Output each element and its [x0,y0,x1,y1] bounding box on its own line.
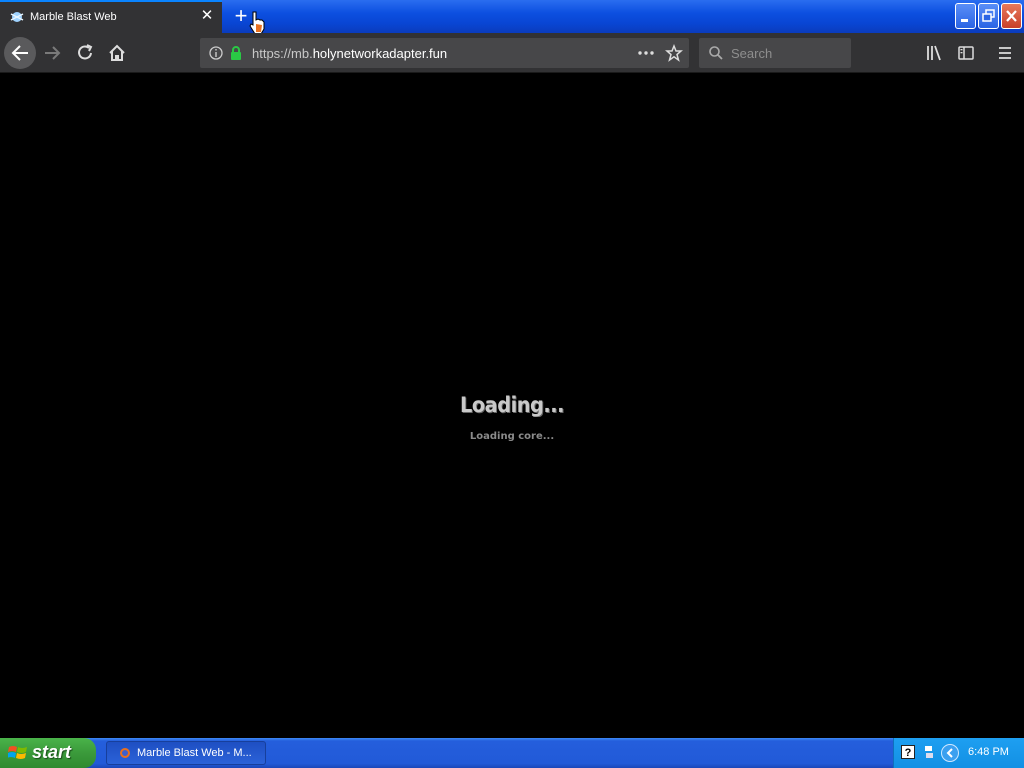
chevron-left-icon [946,748,953,758]
home-button[interactable] [102,38,132,68]
title-bar: Marble Blast Web ✕ + [0,0,1024,35]
restore-icon [982,9,995,22]
navigation-toolbar: https://mb.holynetworkadapter.fun Search [0,33,1024,73]
reload-icon [78,44,93,60]
taskbar-item-label: Marble Blast Web - M... [137,747,252,759]
search-input[interactable]: Search [731,46,772,61]
marble-favicon-icon [10,12,24,22]
search-icon [709,46,723,60]
reload-button[interactable] [70,38,100,68]
back-button[interactable] [4,37,36,69]
restore-button[interactable] [978,3,999,29]
taskbar: start Marble Blast Web - M... ? 6:48 PM [0,738,1024,768]
library-icon[interactable] [925,44,943,62]
url-text[interactable]: https://mb.holynetworkadapter.fun [252,46,447,61]
browser-tab[interactable]: Marble Blast Web ✕ [0,0,222,34]
lock-icon[interactable] [229,45,243,61]
forward-arrow-icon [45,46,61,60]
minimize-icon [961,19,968,22]
close-icon [1006,10,1017,22]
loading-status: Loading core... [469,431,555,442]
sidebar-icon[interactable] [957,44,975,62]
page-actions-icon[interactable] [637,50,655,56]
close-window-button[interactable] [1001,3,1022,29]
minimize-button[interactable] [955,3,976,29]
url-prefix: https://mb. [252,46,313,61]
home-icon [109,44,125,61]
taskbar-item-firefox[interactable]: Marble Blast Web - M... [106,741,266,765]
browser-task-icon [120,748,130,758]
show-hidden-icons-button[interactable] [941,744,959,762]
start-label: start [32,742,72,762]
start-button[interactable]: start [0,738,96,768]
bookmark-star-icon[interactable] [665,44,683,62]
url-domain: holynetworkadapter.fun [312,46,448,61]
system-tray: ? 6:48 PM [893,738,1024,768]
menu-icon[interactable] [996,44,1014,62]
help-icon[interactable]: ? [901,745,915,759]
loading-title: Loading... [459,393,565,417]
network-icon[interactable] [923,744,935,760]
tab-close-icon[interactable]: ✕ [199,8,215,24]
back-arrow-icon [11,45,28,61]
info-icon[interactable] [208,45,224,61]
forward-button[interactable] [38,38,68,68]
search-bar[interactable]: Search [699,38,851,68]
clock: 6:48 PM [968,746,1009,758]
url-bar[interactable]: https://mb.holynetworkadapter.fun [200,38,689,68]
tab-title: Marble Blast Web [30,11,117,23]
windows-logo-icon [8,746,27,759]
